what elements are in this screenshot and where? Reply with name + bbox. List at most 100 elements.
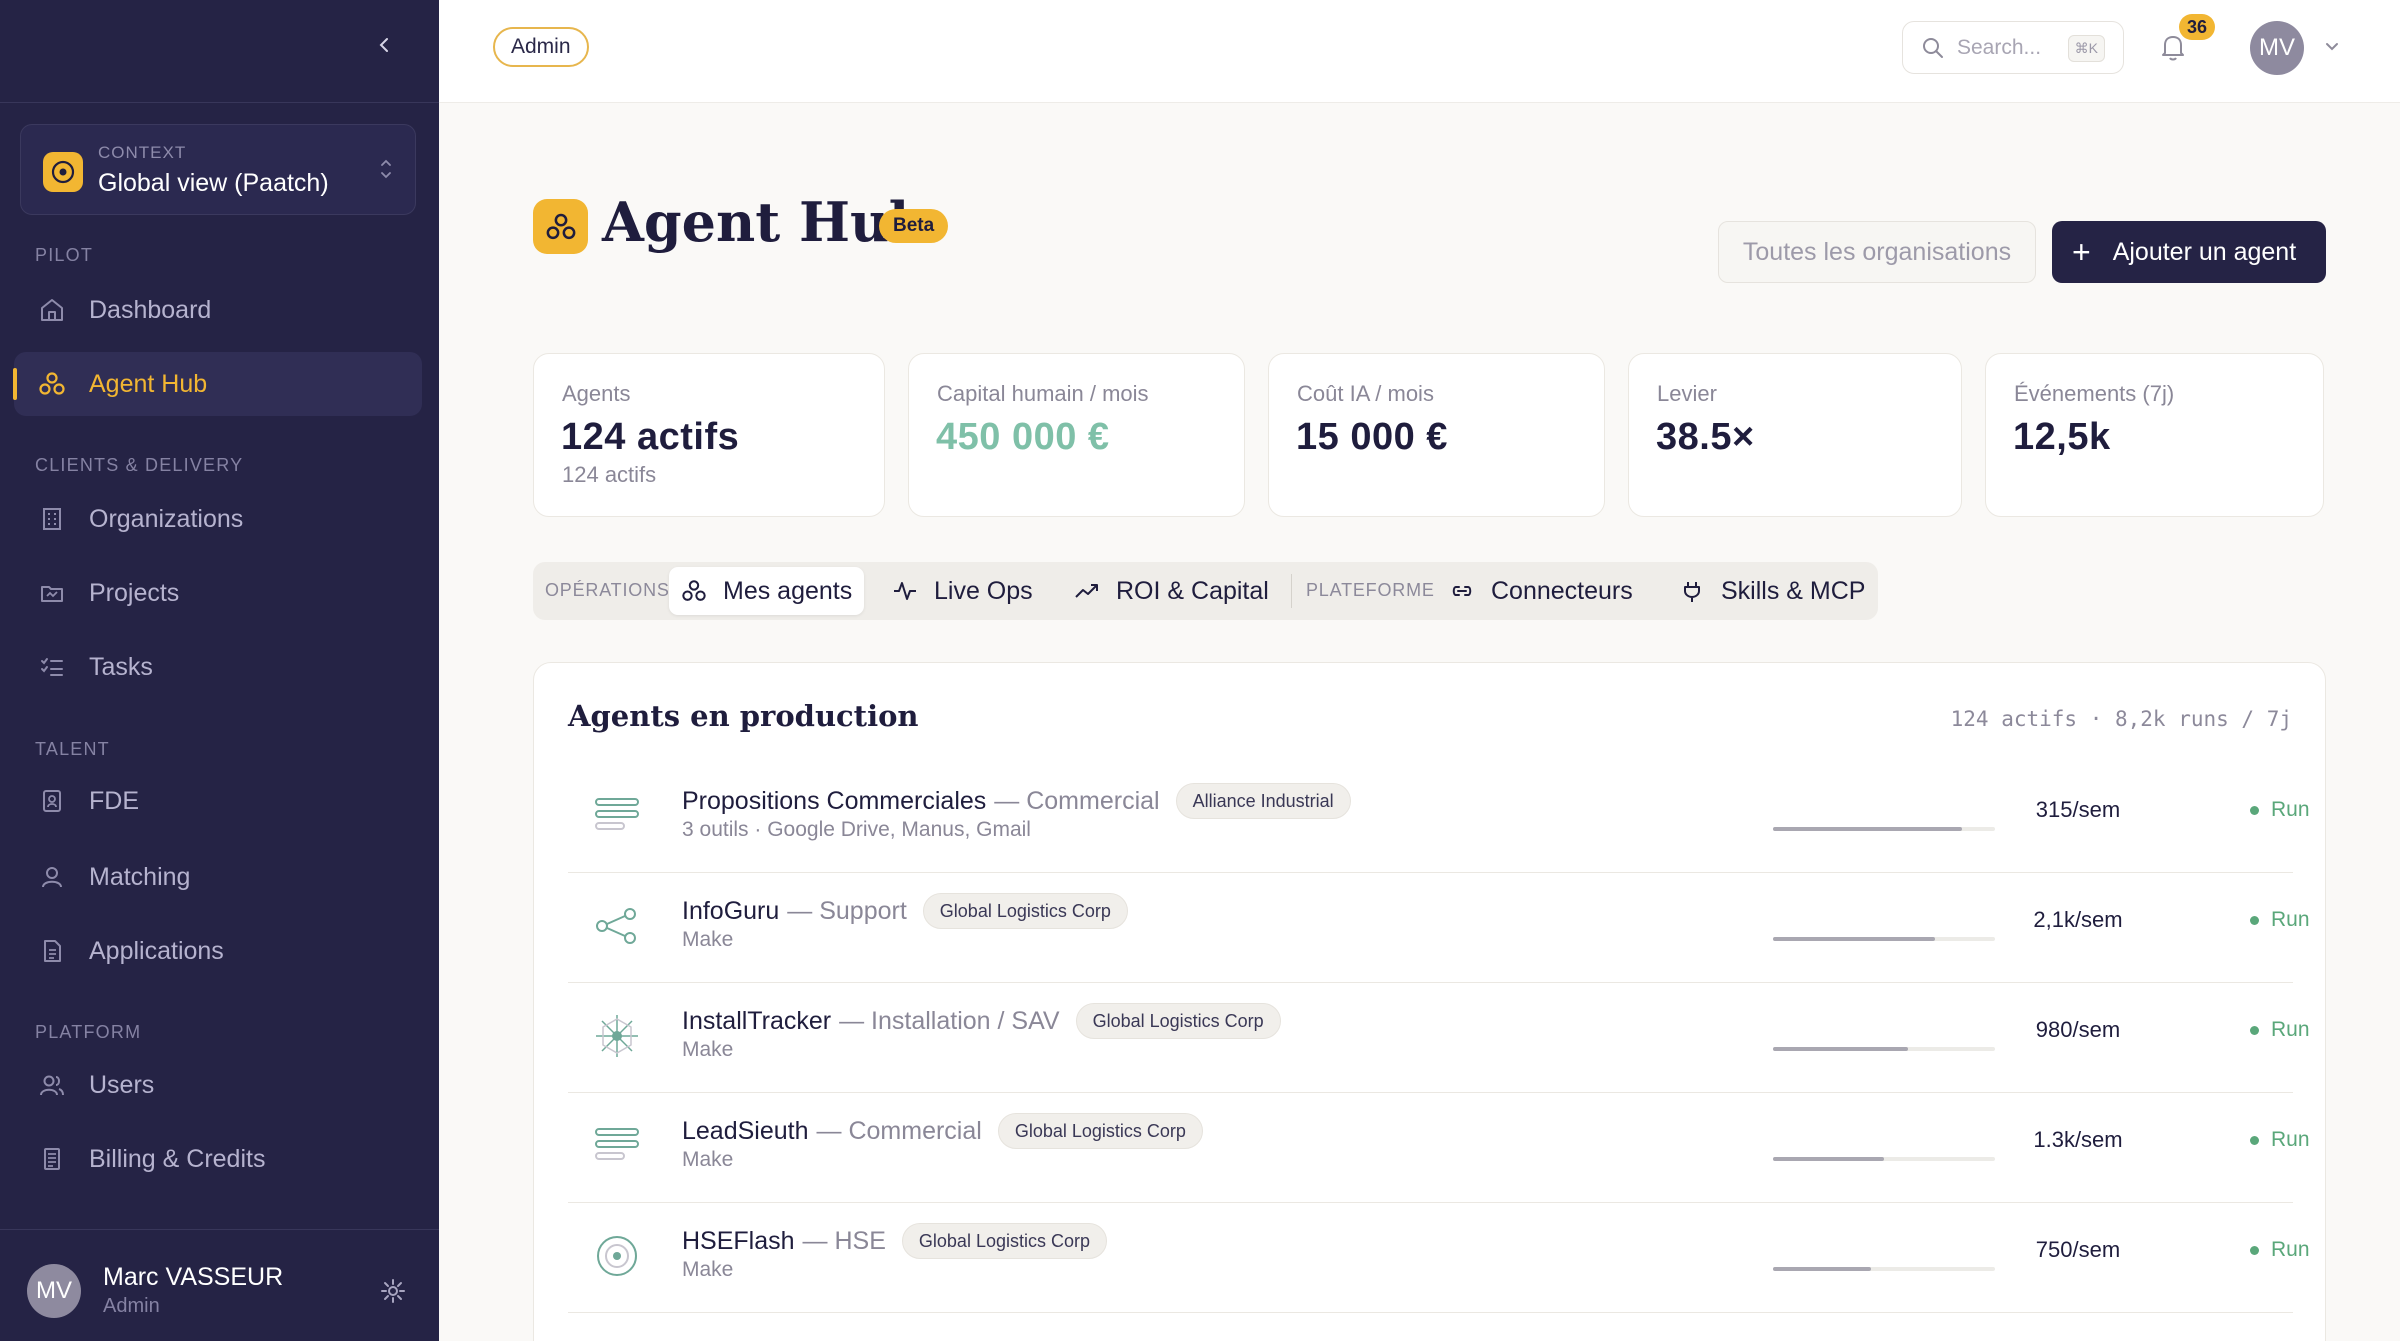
organization-badge: Global Logistics Corp <box>922 893 1128 929</box>
agent-name: InstallTracker — Installation / SAV Glob… <box>682 1003 1281 1039</box>
tab-label: Live Ops <box>934 576 1033 605</box>
collapse-sidebar-button[interactable] <box>370 30 400 60</box>
status-label: Run <box>2271 1018 2310 1041</box>
sidebar-item-billing[interactable]: Billing & Credits <box>14 1127 422 1191</box>
activity-icon <box>892 578 918 604</box>
context-switcher[interactable]: CONTEXT Global view (Paatch) <box>20 124 416 215</box>
chevron-left-icon <box>379 38 388 52</box>
tab-connecteurs[interactable]: Connecteurs <box>1437 567 1645 615</box>
role-badge: Admin <box>493 27 589 67</box>
load-bar <box>1773 1047 1995 1051</box>
section-label-platform: PLATFORM <box>35 1022 142 1042</box>
load-bar <box>1773 1267 1995 1271</box>
stat-label: Capital humain / mois <box>937 381 1149 406</box>
sidebar-item-label: Tasks <box>89 652 153 681</box>
agent-name: HSEFlash — HSE Global Logistics Corp <box>682 1223 1107 1259</box>
stat-card-ai-cost: Coût IA / mois 15 000 € <box>1268 353 1605 517</box>
tab-label: ROI & Capital <box>1116 576 1269 605</box>
status-dot-icon <box>2250 1245 2259 1255</box>
sidebar-item-projects[interactable]: Projects <box>14 561 422 625</box>
sidebar-item-label: FDE <box>89 786 139 815</box>
agent-hub-icon <box>681 578 707 604</box>
network-icon <box>592 1011 642 1061</box>
avatar[interactable]: MV <box>2250 21 2304 75</box>
agent-department: — Commercial <box>816 1116 982 1145</box>
load-bar-fill <box>1773 937 1936 941</box>
search-shortcut: ⌘K <box>2067 35 2105 62</box>
sidebar-user: MV Marc VASSEUR Admin <box>0 1229 439 1341</box>
stat-sub: 124 actifs <box>562 462 657 487</box>
context-value: Global view (Paatch) <box>98 169 329 197</box>
tab-section-label: OPÉRATIONS <box>545 580 670 600</box>
agent-hub-icon <box>533 199 588 254</box>
stat-value: 12,5k <box>2013 416 2111 458</box>
stat-label: Coût IA / mois <box>1297 381 1434 406</box>
table-row[interactable]: InstallTracker — Installation / SAV Glob… <box>568 983 2310 1093</box>
stat-card-human-capital: Capital humain / mois 450 000 € <box>908 353 1245 517</box>
sidebar-item-users[interactable]: Users <box>14 1053 422 1117</box>
sidebar-item-dashboard[interactable]: Dashboard <box>14 278 422 342</box>
table-row[interactable]: InfoGuru — Support Global Logistics Corp… <box>568 873 2310 983</box>
stat-value: 450 000 € <box>936 416 1110 458</box>
share-nodes-icon <box>592 901 642 951</box>
agent-tools: 3 outils · Google Drive, Manus, Gmail <box>682 818 1031 841</box>
user-name: Marc VASSEUR <box>103 1263 284 1291</box>
chevron-down-icon[interactable] <box>2324 38 2340 54</box>
sidebar-item-label: Dashboard <box>89 295 212 324</box>
sidebar-item-matching[interactable]: Matching <box>14 845 422 909</box>
search-placeholder: Search... <box>1957 35 2042 59</box>
status-dot-icon <box>2250 805 2259 815</box>
table-row[interactable]: LeadSieuth — Commercial Global Logistics… <box>568 1093 2310 1203</box>
tab-skills-mcp[interactable]: Skills & MCP <box>1667 567 1877 615</box>
tab-section-label: PLATEFORME <box>1306 580 1435 600</box>
sidebar-item-label: Users <box>89 1070 155 1099</box>
context-label: CONTEXT <box>98 143 187 162</box>
run-rate: 1.3k/sem <box>2033 1127 2123 1152</box>
load-bar <box>1773 937 1995 941</box>
sidebar-item-label: Organizations <box>89 504 244 533</box>
organization-filter[interactable]: Toutes les organisations <box>1718 221 2036 283</box>
agent-name: InfoGuru — Support Global Logistics Corp <box>682 893 1128 929</box>
agent-department: — HSE <box>802 1226 886 1255</box>
add-agent-button[interactable]: + Ajouter un agent <box>2052 221 2326 283</box>
target-icon <box>592 1231 642 1281</box>
sidebar-item-label: Projects <box>89 578 180 607</box>
notification-count-badge: 36 <box>2179 14 2215 40</box>
status-badge: Run <box>2250 1128 2310 1152</box>
stat-value: 38.5× <box>1656 416 1755 458</box>
load-bar <box>1773 1157 1995 1161</box>
agent-tools: Make <box>682 1148 734 1171</box>
table-row[interactable]: Propositions Commerciales — Commercial A… <box>568 763 2310 873</box>
search-input[interactable]: Search... ⌘K <box>1902 21 2124 74</box>
avatar[interactable]: MV <box>27 1264 81 1318</box>
load-bar-fill <box>1773 827 1962 831</box>
organization-badge: Global Logistics Corp <box>997 1113 1203 1149</box>
sidebar-item-applications[interactable]: Applications <box>14 919 422 983</box>
status-badge: Run <box>2250 908 2310 932</box>
sidebar-header <box>0 0 439 103</box>
load-bar-fill <box>1773 1157 1884 1161</box>
sidebar-item-tasks[interactable]: Tasks <box>14 635 422 699</box>
tab-label: Skills & MCP <box>1721 576 1866 605</box>
status-label: Run <box>2271 908 2310 931</box>
gear-icon[interactable] <box>380 1278 406 1304</box>
stat-card-events: Événements (7j) 12,5k <box>1985 353 2324 517</box>
agent-title: Propositions Commerciales <box>682 786 987 815</box>
stat-value: 15 000 € <box>1296 416 1448 458</box>
id-card-icon <box>36 785 68 817</box>
tab-label: Mes agents <box>723 576 853 605</box>
sidebar-item-agent-hub[interactable]: Agent Hub <box>13 352 422 416</box>
add-agent-label: Ajouter un agent <box>2112 237 2297 266</box>
agent-title: HSEFlash <box>682 1226 795 1255</box>
section-label-clients: CLIENTS & DELIVERY <box>35 455 244 475</box>
chevron-updown-icon <box>381 159 391 179</box>
tab-roi-capital[interactable]: ROI & Capital <box>1062 567 1281 615</box>
layers-icon <box>592 1121 642 1171</box>
sidebar-item-fde[interactable]: FDE <box>14 769 422 833</box>
tab-mes-agents[interactable]: Mes agents <box>669 567 865 615</box>
sidebar-item-organizations[interactable]: Organizations <box>14 487 422 551</box>
table-row[interactable]: HSEFlash — HSE Global Logistics Corp Mak… <box>568 1203 2310 1313</box>
sidebar-item-label: Agent Hub <box>89 369 208 398</box>
tab-live-ops[interactable]: Live Ops <box>880 567 1045 615</box>
organization-badge: Global Logistics Corp <box>1075 1003 1281 1039</box>
